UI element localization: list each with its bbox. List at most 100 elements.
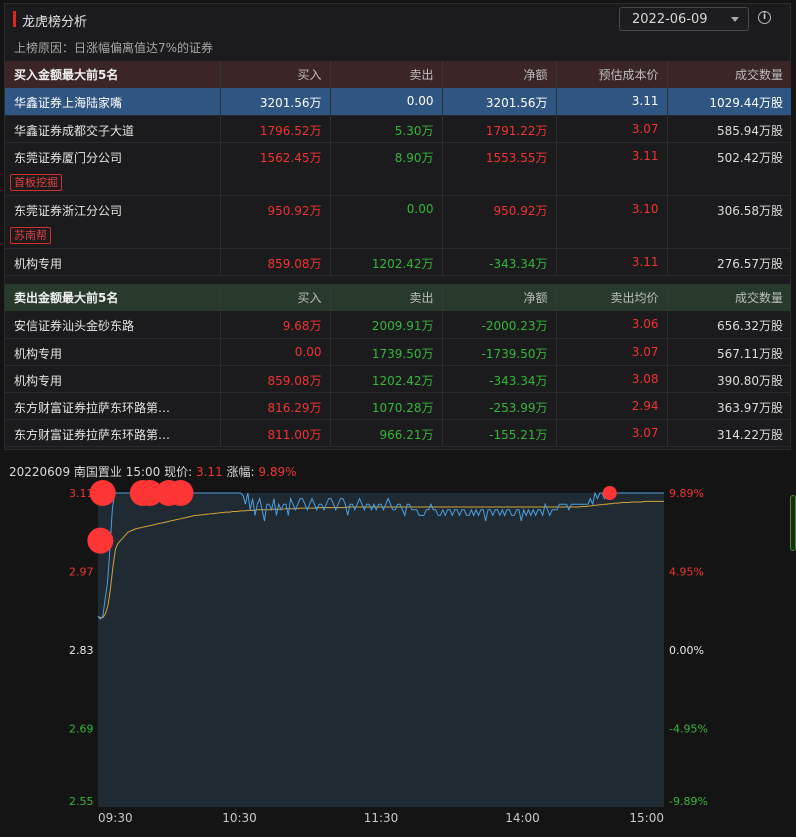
chevron-down-icon (731, 17, 739, 22)
volume-value: 567.11万股 (667, 338, 791, 366)
intraday-chart-svg: 3.11 9.89%2.97 4.95%2.83 0.00%2.69 -4.95%2.5… (69, 480, 708, 825)
table-row[interactable]: 机构专用 0.00 1739.50万 -1739.50万 3.07 567.11万股 (5, 338, 791, 366)
date-select-value: 2022-06-09 (632, 12, 708, 27)
table-row[interactable]: 东莞证券浙江分公司 苏南帮 950.92万 0.00 950.92万 3.10 306.58… (5, 195, 791, 249)
table-row[interactable]: 华鑫证券成都交子大道 1796.52万 5.30万 1791.22万 3.07 585.9… (5, 115, 791, 143)
net-amount: 950.92万 (442, 195, 557, 249)
price-value: 3.10 (556, 195, 668, 249)
panel-header: 龙虎榜分析 2022-06-09 i (5, 4, 790, 34)
intraday-chart: 20220609 南国置业 15:00 现价: 3.11 涨幅: 9.89% 3… (4, 458, 791, 837)
broker-name-text: 东方财富证券拉萨东环路第… (14, 400, 171, 415)
buy-amount: 1562.45万 (220, 142, 331, 196)
x-tick-label: 11:30 (364, 811, 399, 825)
list-reason: 上榜原因：日涨幅偏离值达7%的证券 (14, 41, 214, 55)
table-row[interactable]: 机构专用 859.08万 1202.42万 -343.34万 3.11 276.57万股 (5, 248, 791, 276)
broker-name: 机构专用 (5, 338, 221, 366)
volume-value: 656.32万股 (667, 311, 791, 339)
trade-marker (602, 486, 617, 500)
volume-value: 585.94万股 (667, 115, 791, 143)
price-value: 3.11 (556, 142, 668, 196)
y-tick-right: 9.89% (669, 487, 704, 500)
net-amount: 1791.22万 (442, 115, 557, 143)
buy-amount: 859.08万 (220, 248, 331, 276)
column-header: 成交数量 (667, 61, 791, 88)
sell-amount: 0.00 (330, 195, 443, 249)
x-tick-label: 09:30 (98, 811, 133, 825)
price-value: 3.11 (556, 248, 668, 276)
buy-amount: 0.00 (220, 338, 331, 366)
table-row[interactable]: 东方财富证券拉萨东环路第… 816.29万 1070.28万 -253.99万 2.94… (5, 392, 791, 420)
column-header: 卖出 (330, 284, 443, 311)
sell-table: 卖出金额最大前5名 买入 卖出 净额 卖出均价 成交数量 安信证券汕头金砂东路 9.68万 2… (5, 284, 791, 447)
broker-name-text: 安信证券汕头金砂东路 (14, 319, 135, 333)
buy-table: 买入金额最大前5名 买入 卖出 净额 预估成本价 成交数量 华鑫证券上海陆家嘴 3201.5… (5, 61, 791, 276)
broker-name-text: 东莞证券厦门分公司 (14, 150, 123, 165)
table-row[interactable]: 安信证券汕头金砂东路 9.68万 2009.91万 -2000.23万 3.06 656.… (5, 311, 791, 339)
buy-amount: 816.29万 (220, 392, 331, 420)
title-accent-bar (13, 11, 16, 27)
lhb-panel: 龙虎榜分析 2022-06-09 i 上榜原因：日涨幅偏离值达7%的证券 买入金… (4, 3, 791, 450)
net-amount: -343.34万 (442, 248, 557, 276)
y-tick-left: 2.83 (69, 644, 94, 657)
net-amount: 3201.56万 (442, 88, 557, 116)
price-value: 3.07 (556, 419, 668, 447)
column-header: 净额 (442, 61, 557, 88)
column-header: 卖出均价 (556, 284, 668, 311)
buy-amount: 3201.56万 (220, 88, 331, 116)
net-amount: -1739.50万 (442, 338, 557, 366)
column-header: 净额 (442, 284, 557, 311)
broker-name: 东莞证券厦门分公司首板挖掘 (5, 142, 221, 196)
y-tick-right: -9.89% (669, 795, 708, 808)
x-tick-label: 15:00 (629, 811, 664, 825)
table-row[interactable]: 东莞证券厦门分公司 首板挖掘 1562.45万 8.90万 1553.55万 3.11 50… (5, 142, 791, 196)
broker-tag[interactable]: 苏南帮 (10, 226, 51, 244)
broker-name: 华鑫证券成都交子大道 (5, 115, 221, 143)
x-tick-label: 14:00 (505, 811, 540, 825)
broker-name: 机构专用 (5, 365, 221, 393)
volume-value: 1029.44万股 (667, 88, 791, 116)
buy-amount: 9.68万 (220, 311, 331, 339)
y-tick-left: 2.69 (69, 723, 94, 736)
column-header: 买入 (220, 61, 331, 88)
broker-name: 华鑫证券上海陆家嘴 (5, 88, 221, 116)
broker-name-text: 机构专用 (14, 256, 63, 271)
column-header: 卖出 (330, 61, 443, 88)
sell-amount: 2009.91万 (330, 311, 443, 339)
info-icon[interactable]: i (758, 11, 771, 24)
sell-amount: 966.21万 (330, 419, 443, 447)
plot-area (98, 493, 664, 807)
table-row[interactable]: 东方财富证券拉萨东环路第… 811.00万 966.21万 -155.21万 3.07 3… (5, 419, 791, 447)
x-tick-label: 10:30 (222, 811, 257, 825)
price-value: 3.11 (556, 88, 668, 116)
sell-amount: 1070.28万 (330, 392, 443, 420)
broker-tag[interactable]: 首板挖掘 (10, 173, 62, 191)
volume-value: 276.57万股 (667, 248, 791, 276)
volume-value: 502.42万股 (667, 142, 791, 196)
sell-amount: 1202.42万 (330, 248, 443, 276)
table-row[interactable]: 机构专用 859.08万 1202.42万 -343.34万 3.08 390.80万股 (5, 365, 791, 393)
broker-name: 东莞证券浙江分公司苏南帮 (5, 195, 221, 249)
volume-value: 363.97万股 (667, 392, 791, 420)
broker-name-text: 华鑫证券成都交子大道 (14, 123, 135, 138)
broker-name-text: 东莞证券浙江分公司 (14, 203, 123, 218)
buy-amount: 950.92万 (220, 195, 331, 249)
column-header: 预估成本价 (556, 61, 668, 88)
broker-name: 东方财富证券拉萨东环路第… (5, 419, 221, 447)
net-amount: -253.99万 (442, 392, 557, 420)
volume-value: 390.80万股 (667, 365, 791, 393)
y-tick-right: -4.95% (669, 723, 708, 736)
buy-amount: 811.00万 (220, 419, 331, 447)
column-header: 买入金额最大前5名 (5, 61, 221, 88)
y-tick-right: 4.95% (669, 566, 704, 579)
y-tick-left: 2.97 (69, 566, 94, 579)
date-select[interactable]: 2022-06-09 (619, 7, 749, 31)
scrollbar-thumb[interactable] (790, 495, 796, 551)
price-value: 3.07 (556, 115, 668, 143)
column-header: 卖出金额最大前5名 (5, 284, 221, 311)
panel-title: 龙虎榜分析 (22, 15, 88, 30)
broker-name-text: 机构专用 (14, 346, 63, 361)
broker-name: 东方财富证券拉萨东环路第… (5, 392, 221, 420)
net-amount: 1553.55万 (442, 142, 557, 196)
table-row[interactable]: 华鑫证券上海陆家嘴 3201.56万 0.00 3201.56万 3.11 1029.44… (5, 88, 791, 116)
volume-value: 306.58万股 (667, 195, 791, 249)
